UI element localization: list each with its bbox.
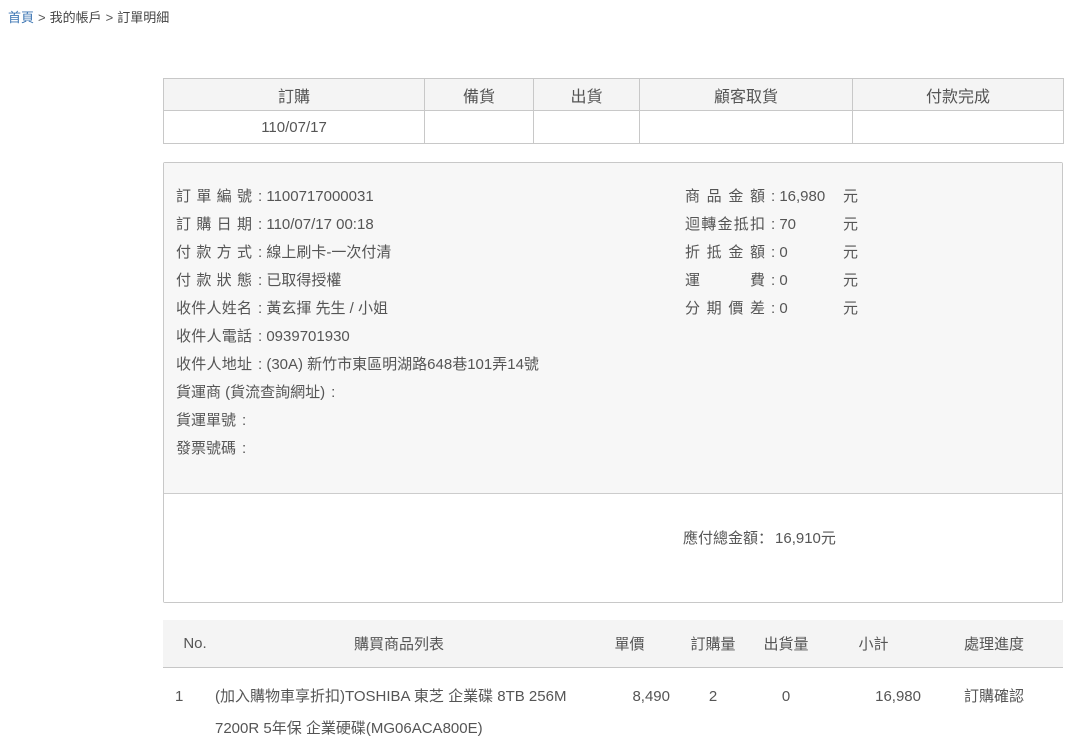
order-amount-unit: 元 bbox=[843, 244, 858, 261]
total-due-value: 16,910元 bbox=[775, 530, 836, 547]
order-amount-row: 迴轉金抵扣: 70元 bbox=[685, 211, 858, 239]
order-amount-label: 迴轉金抵扣 bbox=[685, 211, 765, 239]
order-info-value: : 1100717000031 bbox=[258, 188, 374, 205]
order-progress-table: 訂購 備貨 出貨 顧客取貨 付款完成 110/07/17 bbox=[163, 78, 1064, 144]
breadcrumb-account-link[interactable]: 我的帳戶 bbox=[50, 10, 102, 25]
order-info-row: 訂單編號 : 1100717000031 bbox=[176, 183, 1062, 211]
total-due-section: 應付總金額：16,910元 bbox=[164, 494, 1062, 602]
progress-header-preparing: 備貨 bbox=[425, 79, 534, 111]
order-amount-row: 商品金額: 16,980元 bbox=[685, 183, 858, 211]
order-info-label: 收件人電話 bbox=[176, 323, 252, 351]
product-header-order-qty: 訂購量 bbox=[676, 620, 750, 668]
order-info-value: : bbox=[331, 384, 335, 401]
order-info-row: 付款方式 : 線上刷卡-一次付清 bbox=[176, 239, 1062, 267]
order-amount-unit: 元 bbox=[843, 272, 858, 289]
order-amounts-column: 商品金額: 16,980元 迴轉金抵扣: 70元 折抵金額: 0元 運費: 0元… bbox=[685, 183, 858, 323]
order-amount-value: : 16,980 bbox=[771, 183, 843, 211]
order-info-row: 收件人電話 : 0939701930 bbox=[176, 323, 1062, 351]
order-info-row: 貨運單號: bbox=[176, 407, 1062, 435]
progress-cell-empty bbox=[640, 111, 853, 144]
order-info-value: : 已取得授權 bbox=[258, 272, 341, 289]
order-info-row: 付款狀態 : 已取得授權 bbox=[176, 267, 1062, 295]
product-name-link[interactable]: (加入購物車享折扣)TOSHIBA 東芝 企業碟 8TB 256M 7200R … bbox=[215, 688, 566, 737]
total-due-label: 應付總金額： bbox=[683, 530, 773, 547]
progress-cell-order-date: 110/07/17 bbox=[164, 111, 425, 144]
progress-cell-empty bbox=[853, 111, 1064, 144]
order-info-row: 收件人地址 : (30A) 新竹市東區明湖路648巷101弄14號 bbox=[176, 351, 1062, 379]
product-header-status: 處理進度 bbox=[925, 620, 1063, 668]
order-amount-value: : 70 bbox=[771, 211, 843, 239]
order-progress-header-row: 訂購 備貨 出貨 顧客取貨 付款完成 bbox=[164, 79, 1064, 111]
order-amount-label: 折抵金額 bbox=[685, 239, 765, 267]
breadcrumb-separator: > bbox=[106, 10, 114, 25]
order-info-label: 貨運商 (貨流查詢網址) bbox=[176, 379, 325, 407]
order-info-top-section: 訂單編號 : 1100717000031 訂購日期 : 110/07/17 00:1… bbox=[164, 163, 1062, 494]
order-amount-row: 運費: 0元 bbox=[685, 267, 858, 295]
order-info-label: 付款狀態 bbox=[176, 267, 252, 295]
progress-header-ordered: 訂購 bbox=[164, 79, 425, 111]
order-info-label: 訂購日期 bbox=[176, 211, 252, 239]
order-amount-label: 分期價差 bbox=[685, 295, 765, 323]
order-amount-value: : 0 bbox=[771, 267, 843, 295]
product-header-ship-qty: 出貨量 bbox=[750, 620, 822, 668]
order-info-value: : bbox=[242, 440, 246, 457]
order-info-row: 訂購日期 : 110/07/17 00:18 bbox=[176, 211, 1062, 239]
order-amount-row: 分期價差: 0元 bbox=[685, 295, 858, 323]
product-order-qty: 2 bbox=[676, 668, 750, 745]
order-info-label: 發票號碼 bbox=[176, 435, 236, 463]
breadcrumb-home-link[interactable]: 首頁 bbox=[8, 10, 34, 25]
product-unit-price: 8,490 bbox=[583, 668, 676, 745]
product-ship-qty: 0 bbox=[750, 668, 822, 745]
product-header-name: 購買商品列表 bbox=[215, 620, 583, 668]
product-header-unit-price: 單價 bbox=[583, 620, 676, 668]
product-header-no: No. bbox=[163, 620, 215, 668]
product-table: No. 購買商品列表 單價 訂購量 出貨量 小計 處理進度 1 (加入購物車享折… bbox=[163, 620, 1063, 745]
order-info-label: 貨運單號 bbox=[176, 407, 236, 435]
order-info-row: 收件人姓名 : 黃玄揮 先生 / 小姐 bbox=[176, 295, 1062, 323]
order-amount-value: : 0 bbox=[771, 295, 843, 323]
order-info-value: : bbox=[242, 412, 246, 429]
order-amount-label: 運費 bbox=[685, 267, 765, 295]
product-status: 訂購確認 bbox=[925, 668, 1063, 745]
order-info-label: 收件人姓名 bbox=[176, 295, 252, 323]
order-info-value: : (30A) 新竹市東區明湖路648巷101弄14號 bbox=[258, 356, 539, 373]
product-row: 1 (加入購物車享折扣)TOSHIBA 東芝 企業碟 8TB 256M 7200… bbox=[163, 668, 1063, 745]
order-info-label: 收件人地址 bbox=[176, 351, 252, 379]
order-progress-value-row: 110/07/17 bbox=[164, 111, 1064, 144]
product-table-header-row: No. 購買商品列表 單價 訂購量 出貨量 小計 處理進度 bbox=[163, 620, 1063, 668]
order-amount-unit: 元 bbox=[843, 188, 858, 205]
order-info-row: 貨運商 (貨流查詢網址): bbox=[176, 379, 1062, 407]
order-info-value: : 0939701930 bbox=[258, 328, 350, 345]
order-amount-unit: 元 bbox=[843, 300, 858, 317]
breadcrumb-current: 訂單明細 bbox=[117, 10, 169, 25]
order-amount-value: : 0 bbox=[771, 239, 843, 267]
product-name-cell: (加入購物車享折扣)TOSHIBA 東芝 企業碟 8TB 256M 7200R … bbox=[215, 668, 583, 745]
order-amount-row: 折抵金額: 0元 bbox=[685, 239, 858, 267]
progress-header-pickup: 顧客取貨 bbox=[640, 79, 853, 111]
product-no: 1 bbox=[163, 668, 215, 745]
breadcrumb-separator: > bbox=[38, 10, 46, 25]
breadcrumb: 首頁>我的帳戶>訂單明細 bbox=[8, 7, 169, 26]
order-amount-unit: 元 bbox=[843, 216, 858, 233]
order-amount-label: 商品金額 bbox=[685, 183, 765, 211]
order-info-left-column: 訂單編號 : 1100717000031 訂購日期 : 110/07/17 00:1… bbox=[176, 183, 1062, 463]
product-subtotal: 16,980 bbox=[822, 668, 925, 745]
order-info-label: 訂單編號 bbox=[176, 183, 252, 211]
progress-cell-empty bbox=[425, 111, 534, 144]
order-info-value: : 黃玄揮 先生 / 小姐 bbox=[258, 300, 388, 317]
order-info-label: 付款方式 bbox=[176, 239, 252, 267]
progress-header-paid: 付款完成 bbox=[853, 79, 1064, 111]
order-info-row: 發票號碼: bbox=[176, 435, 1062, 463]
progress-header-shipped: 出貨 bbox=[534, 79, 640, 111]
product-header-subtotal: 小計 bbox=[822, 620, 925, 668]
order-info-value: : 110/07/17 00:18 bbox=[258, 216, 374, 233]
progress-cell-empty bbox=[534, 111, 640, 144]
order-info-value: : 線上刷卡-一次付清 bbox=[258, 244, 391, 261]
order-info-panel: 訂單編號 : 1100717000031 訂購日期 : 110/07/17 00:1… bbox=[163, 162, 1063, 603]
